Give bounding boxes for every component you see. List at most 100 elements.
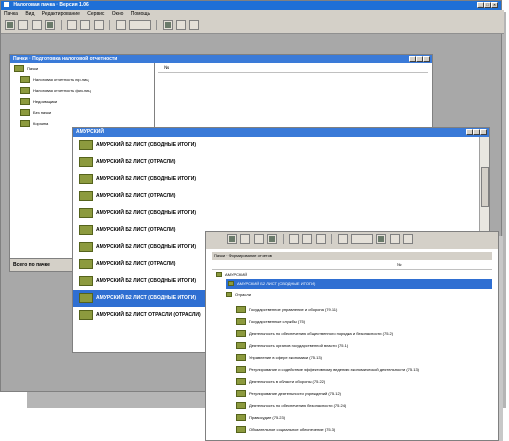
tree-item[interactable]: Обязательное социальное обеспечение (75.… — [236, 424, 494, 436]
main-toolbar — [1, 18, 504, 34]
tree-item-label: Обязательное социальное обеспечение (75.… — [249, 427, 336, 432]
tree-item[interactable]: Правосудие (75.23) — [236, 412, 494, 424]
tree-header: Пачки · Формирование отчетов — [212, 252, 492, 260]
tree-item-label: Регулирование деятельности учреждений (7… — [249, 391, 342, 396]
find-icon[interactable] — [337, 234, 348, 244]
tree-item-legal[interactable]: Налоговая отчетность юр.лиц — [10, 74, 154, 85]
tree-root-row[interactable]: АМУРСКИЙ — [216, 270, 491, 279]
tree-item-label: Правосудие (75.23) — [249, 415, 286, 420]
window-icon[interactable] — [176, 20, 187, 30]
calendar-icon[interactable] — [376, 234, 387, 244]
tree-item-label: Деятельность по обеспечению общественног… — [249, 331, 394, 336]
paste-icon[interactable] — [93, 20, 104, 30]
save-icon[interactable] — [5, 20, 15, 30]
menu-item-edit[interactable]: Редактирование — [42, 10, 80, 18]
folder-icon — [236, 426, 246, 434]
chart-icon[interactable] — [128, 20, 151, 30]
child-minimize-button[interactable] — [409, 56, 416, 62]
tree-item[interactable]: Деятельность по обеспечению безопасности… — [236, 400, 494, 412]
tree-window: Пачки · Формирование отчетов № АМУРСКИЙ … — [205, 231, 499, 441]
list-scrollbar-thumb[interactable] — [481, 167, 489, 207]
list-item-label: АМУРСКИЙ Б2 ЛИСТ (СВОДНЫЕ ИТОГИ) — [96, 176, 197, 182]
tree-item-root[interactable]: Пачки — [10, 63, 154, 74]
help-icon[interactable] — [403, 234, 414, 244]
list-item[interactable]: АМУРСКИЙ Б2 ЛИСТ (ОТРАСЛИ) — [73, 154, 479, 171]
tree-item[interactable]: Деятельность по обеспечению общественног… — [236, 328, 494, 340]
child-maximize-button[interactable] — [416, 56, 423, 62]
child-close-button[interactable] — [423, 56, 430, 62]
column-header: № — [158, 64, 428, 73]
tree-item-label: Государственное управление и оборона (79… — [249, 307, 338, 312]
list-item-label: АМУРСКИЙ Б2 ЛИСТ (ОТРАСЛИ) — [96, 227, 176, 233]
folder-icon — [228, 281, 234, 287]
new-icon[interactable] — [18, 20, 29, 30]
cut-icon[interactable] — [288, 234, 299, 244]
edit-icon[interactable] — [31, 20, 42, 30]
tree-item-individual[interactable]: Налоговая отчетность физ.лиц — [10, 85, 154, 96]
find-icon[interactable] — [115, 20, 126, 30]
tree-item-no-batch[interactable]: Без пачки — [10, 107, 154, 118]
folder-icon — [236, 354, 246, 362]
menu-item-window[interactable]: Окно — [112, 10, 124, 18]
list-close-button[interactable] — [480, 129, 487, 135]
column-header-number[interactable]: № — [158, 65, 169, 71]
folder-icon — [236, 378, 246, 386]
list-maximize-button[interactable] — [473, 129, 480, 135]
folder-icon — [79, 275, 93, 286]
tree-item[interactable]: Управление в сфере экономики (75.13) — [236, 352, 494, 364]
tree-item[interactable]: Государственные службы (75) — [236, 316, 494, 328]
status-text: Всего по пачке — [13, 262, 50, 268]
menu-item-view[interactable]: Вид — [25, 10, 34, 18]
paste-icon[interactable] — [315, 234, 326, 244]
list-item[interactable]: АМУРСКИЙ Б2 ЛИСТ (ОТРАСЛИ) — [73, 188, 479, 205]
folder-icon — [14, 65, 24, 73]
tree-item-label: Государственные службы (75) — [249, 319, 306, 324]
tree-item[interactable]: Деятельность органов государственной вла… — [236, 340, 494, 352]
main-window-title: Налоговая пачка · Версия 1.06 — [13, 2, 89, 8]
tree-selected-row[interactable]: АМУРСКИЙ Б2 ЛИСТ (СВОДНЫЕ ИТОГИ) — [226, 279, 492, 289]
close-button[interactable]: × — [491, 2, 498, 8]
chart-icon[interactable] — [350, 234, 373, 244]
tree-column-header-number[interactable]: № — [397, 261, 401, 269]
folder-icon — [79, 241, 93, 252]
tree-item[interactable]: Регулирование деятельности учреждений (7… — [236, 388, 494, 400]
copy-icon[interactable] — [80, 20, 91, 30]
list-item-label: АМУРСКИЙ Б2 ЛИСТ ОТРАСЛИ (ОТРАСЛИ) — [96, 312, 201, 318]
tree-item-label: Регулирование и содействие эффективному … — [249, 367, 419, 372]
list-item[interactable]: АМУРСКИЙ Б2 ЛИСТ (СВОДНЫЕ ИТОГИ) — [73, 205, 479, 222]
tree-item[interactable]: Регулирование и содействие эффективному … — [236, 364, 494, 376]
folder-icon — [236, 402, 246, 410]
copy-icon[interactable] — [302, 234, 313, 244]
list-item[interactable]: АМУРСКИЙ Б2 ЛИСТ (СВОДНЫЕ ИТОГИ) — [73, 171, 479, 188]
help-icon[interactable] — [189, 20, 200, 30]
tree-item[interactable]: Деятельность в области обороны (75.22) — [236, 376, 494, 388]
menu-item-batch[interactable]: Пачка — [4, 10, 18, 18]
print-icon[interactable] — [267, 234, 278, 244]
window-icon[interactable] — [389, 234, 400, 244]
print-icon[interactable] — [45, 20, 56, 30]
list-title-bar: АМУРСКИЙ — [73, 128, 489, 137]
save-icon[interactable] — [227, 234, 237, 244]
calendar-icon[interactable] — [162, 20, 173, 30]
toolbar-separator — [156, 20, 158, 30]
menu-item-service[interactable]: Сервис — [87, 10, 104, 18]
trash-icon — [20, 120, 30, 128]
maximize-button[interactable]: □ — [484, 2, 491, 8]
folder-icon — [226, 292, 232, 298]
list-item[interactable]: АМУРСКИЙ Б2 ЛИСТ (СВОДНЫЕ ИТОГИ) — [73, 137, 479, 154]
menu-item-help[interactable]: Помощь — [131, 10, 150, 18]
child-title-bar: Пачки · Подготовка налоговой отчетности — [10, 55, 432, 63]
tree-item-debtors[interactable]: Недоимщики — [10, 96, 154, 107]
tree-item-label: Деятельность в области обороны (75.22) — [249, 379, 326, 384]
edit-icon[interactable] — [253, 234, 264, 244]
tree-item[interactable]: Государственное управление и оборона (79… — [236, 304, 494, 316]
toolbar-separator — [282, 234, 284, 244]
list-minimize-button[interactable] — [466, 129, 473, 135]
tree-item-label: Управление в сфере экономики (75.13) — [249, 355, 322, 360]
folder-icon — [79, 258, 93, 269]
list-item-label: АМУРСКИЙ Б2 ЛИСТ (СВОДНЫЕ ИТОГИ) — [96, 278, 197, 284]
cut-icon[interactable] — [66, 20, 77, 30]
new-icon[interactable] — [240, 234, 251, 244]
tree-group-row[interactable]: Отрасли — [226, 290, 492, 300]
minimize-button[interactable]: _ — [477, 2, 484, 8]
